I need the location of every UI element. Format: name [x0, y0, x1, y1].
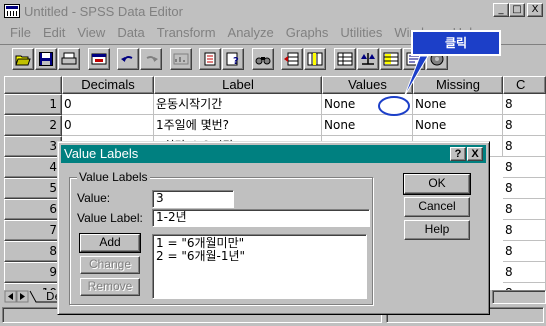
menu-analyze[interactable]: Analyze: [222, 25, 280, 40]
columns-cell[interactable]: 8: [503, 136, 546, 157]
values-cell[interactable]: None: [322, 94, 413, 115]
value-labels-dialog: Value Labels ? X Value Labels Value: 3 V…: [57, 141, 490, 315]
group-title: Value Labels: [77, 170, 150, 184]
dialog-title-bar: Value Labels ? X: [61, 145, 486, 163]
close-button[interactable]: X: [527, 3, 543, 17]
column-header-values[interactable]: Values: [322, 76, 413, 94]
row-header[interactable]: 5: [4, 178, 62, 199]
row-header[interactable]: 2: [4, 115, 62, 136]
print-icon[interactable]: [58, 48, 80, 70]
column-header-decimals[interactable]: Decimals: [62, 76, 154, 94]
insert-case-icon[interactable]: [281, 48, 303, 70]
row-header[interactable]: 9: [4, 262, 62, 283]
columns-cell[interactable]: 8: [503, 115, 546, 136]
maximize-button[interactable]: □: [509, 3, 525, 17]
value-input[interactable]: 3: [152, 190, 234, 208]
variables-icon[interactable]: ?: [222, 48, 244, 70]
remove-button[interactable]: Remove: [80, 278, 140, 296]
weight-cases-icon[interactable]: [357, 48, 379, 70]
column-header-missing[interactable]: Missing: [413, 76, 503, 94]
columns-cell[interactable]: 8: [503, 94, 546, 115]
goto-chart-icon[interactable]: [170, 48, 192, 70]
redo-icon[interactable]: [140, 48, 162, 70]
title-bar: Untitled - SPSS Data Editor _ □ X: [0, 0, 546, 22]
insert-variable-icon[interactable]: [304, 48, 326, 70]
menu-data[interactable]: Data: [111, 25, 150, 40]
columns-cell[interactable]: 8: [503, 199, 546, 220]
columns-cell[interactable]: 8: [503, 283, 546, 290]
menu-utilities[interactable]: Utilities: [334, 25, 388, 40]
undo-icon[interactable]: [117, 48, 139, 70]
split-file-icon[interactable]: [334, 48, 356, 70]
label-cell[interactable]: 운동시작기간: [154, 94, 322, 115]
open-icon[interactable]: [12, 48, 34, 70]
select-cases-icon[interactable]: [380, 48, 402, 70]
menu-transform[interactable]: Transform: [151, 25, 222, 40]
svg-text:?: ?: [233, 56, 239, 66]
columns-cell[interactable]: 8: [503, 178, 546, 199]
row-header[interactable]: 3: [4, 136, 62, 157]
menu-graphs[interactable]: Graphs: [280, 25, 335, 40]
list-item[interactable]: 2 = "6개월-1년": [156, 250, 363, 263]
columns-cell[interactable]: 8: [503, 241, 546, 262]
columns-cell[interactable]: 8: [503, 262, 546, 283]
ok-button[interactable]: OK: [403, 173, 471, 195]
window-title: Untitled - SPSS Data Editor: [24, 3, 183, 19]
find-icon[interactable]: [252, 48, 274, 70]
column-header-label[interactable]: Label: [154, 76, 322, 94]
value-label-field-label: Value Label:: [77, 211, 143, 225]
row-header[interactable]: 6: [4, 199, 62, 220]
dialog-recall-icon[interactable]: [88, 48, 110, 70]
help-button[interactable]: Help: [404, 220, 470, 240]
values-cell[interactable]: None: [322, 115, 413, 136]
missing-cell[interactable]: None: [413, 115, 503, 136]
menu-edit[interactable]: Edit: [37, 25, 71, 40]
dialog-title: Value Labels: [64, 146, 139, 161]
menu-view[interactable]: View: [71, 25, 111, 40]
menu-file[interactable]: File: [4, 25, 37, 40]
goto-case-icon[interactable]: [199, 48, 221, 70]
row-header[interactable]: 4: [4, 157, 62, 178]
save-icon[interactable]: [35, 48, 57, 70]
cancel-button[interactable]: Cancel: [404, 197, 470, 217]
column-header-columns[interactable]: C: [503, 76, 546, 94]
click-callout: 클릭: [411, 30, 501, 56]
decimals-cell[interactable]: 0: [62, 115, 154, 136]
decimals-cell[interactable]: 0: [62, 94, 154, 115]
row-header[interactable]: 7: [4, 220, 62, 241]
row-header[interactable]: 10: [4, 283, 62, 290]
missing-cell[interactable]: None: [413, 94, 503, 115]
change-button[interactable]: Change: [80, 256, 140, 274]
value-field-label: Value:: [77, 191, 111, 205]
add-button[interactable]: Add: [79, 233, 141, 253]
horizontal-scrollbar[interactable]: [492, 290, 546, 304]
row-header[interactable]: 1: [4, 94, 62, 115]
corner-header: [4, 76, 62, 94]
columns-cell[interactable]: 8: [503, 220, 546, 241]
spss-app-icon[interactable]: [4, 4, 20, 18]
dialog-help-button[interactable]: ?: [450, 147, 466, 161]
row-header[interactable]: 8: [4, 241, 62, 262]
minimize-button[interactable]: _: [493, 3, 509, 17]
value-labels-list[interactable]: 1 = "6개월미만" 2 = "6개월-1년": [152, 234, 367, 299]
dialog-close-button[interactable]: X: [467, 147, 483, 161]
label-cell[interactable]: 1주일에 몇번?: [154, 115, 322, 136]
columns-cell[interactable]: 8: [503, 157, 546, 178]
value-label-input[interactable]: 1-2년: [152, 209, 370, 227]
